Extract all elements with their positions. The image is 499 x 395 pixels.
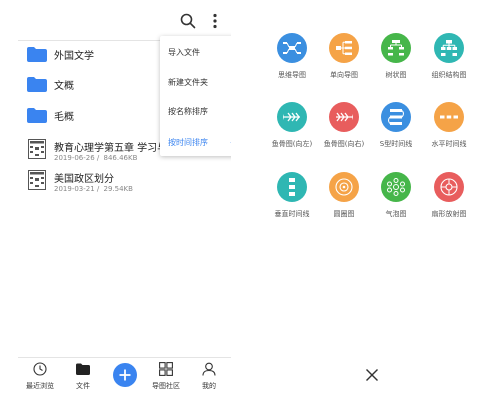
template-label: 扇形放射图 [431, 210, 467, 218]
template-grid: 思维导图 单向导图 树状图 组织结构图 鱼骨图(向左) 鱼骨图(向右) S型时间… [265, 0, 479, 250]
vertical-timeline-icon [277, 172, 307, 202]
grid-icon [159, 362, 173, 376]
file-meta: 2019-03-21 / 29.54KB [54, 185, 133, 193]
mindmap-file-icon [28, 139, 46, 159]
template-one-way-map[interactable]: 单向导图 [318, 33, 370, 93]
close-icon[interactable] [365, 368, 379, 382]
template-label: 单向导图 [330, 71, 358, 79]
circle-map-icon [329, 172, 359, 202]
folder-icon [27, 77, 47, 92]
template-picker-screen: 思维导图 单向导图 树状图 组织结构图 鱼骨图(向左) 鱼骨图(向右) S型时间… [265, 0, 479, 395]
add-button[interactable] [113, 363, 137, 387]
template-label: 气泡图 [385, 210, 407, 218]
nav-files-label: 文件 [76, 382, 90, 390]
bottom-nav: 最近浏览 文件 导图社区 我的 [18, 357, 231, 395]
file-manager-screen: 外国文学 文概 毛概 教育心理学第五章 学习与知 2019-06-26 / 84… [18, 0, 231, 395]
menu-import-file[interactable]: 导入文件 [168, 47, 200, 58]
clock-icon [33, 362, 47, 376]
file-name: 毛概 [54, 112, 74, 123]
nav-recent-label: 最近浏览 [26, 382, 54, 390]
fishbone-left-icon [277, 102, 307, 132]
template-label: 树状图 [385, 71, 407, 79]
file-row[interactable]: 美国政区划分 2019-03-21 / 29.54KB [18, 164, 231, 194]
s-timeline-icon [381, 102, 411, 132]
template-label: 鱼骨图(向右) [323, 140, 365, 148]
mindmap-file-icon [28, 170, 46, 190]
template-label: 组织结构图 [431, 71, 467, 79]
file-name: 文概 [54, 81, 74, 92]
template-fishbone-right[interactable]: 鱼骨图(向右) [318, 102, 370, 162]
arrow-down-icon [230, 142, 231, 143]
horizontal-timeline-icon [434, 102, 464, 132]
tree-chart-icon [381, 33, 411, 63]
nav-community-label: 导图社区 [152, 382, 180, 390]
fishbone-right-icon [329, 102, 359, 132]
template-mind-map[interactable]: 思维导图 [266, 33, 318, 93]
org-chart-icon [434, 33, 464, 63]
template-s-timeline[interactable]: S型时间线 [370, 102, 422, 162]
folder-icon [27, 47, 47, 62]
template-fishbone-left[interactable]: 鱼骨图(向左) [266, 102, 318, 162]
file-name: 美国政区划分 [54, 174, 114, 185]
overflow-menu: 导入文件 新建文件夹 按名称排序 按时间排序 [160, 36, 231, 156]
template-tree-chart[interactable]: 树状图 [370, 33, 422, 93]
one-way-map-icon [329, 33, 359, 63]
more-vertical-icon[interactable] [206, 12, 224, 30]
template-circle-map[interactable]: 圆圈图 [318, 172, 370, 232]
bubble-map-icon [381, 172, 411, 202]
nav-recent[interactable]: 最近浏览 [20, 358, 60, 395]
file-meta: 2019-06-26 / 846.46KB [54, 154, 138, 162]
file-name: 外国文学 [54, 51, 94, 62]
template-vertical-timeline[interactable]: 垂直时间线 [266, 172, 318, 232]
file-name: 教育心理学第五章 学习与知 [54, 143, 178, 154]
template-horizontal-timeline[interactable]: 水平时间线 [423, 102, 475, 162]
template-org-chart[interactable]: 组织结构图 [423, 33, 475, 93]
menu-sort-by-time[interactable]: 按时间排序 [168, 137, 208, 148]
folder-row[interactable]: 文概 [18, 71, 160, 101]
mind-map-icon [277, 33, 307, 63]
template-label: 圆圈图 [333, 210, 355, 218]
folder-row[interactable]: 外国文学 [18, 41, 160, 71]
plus-icon [119, 369, 131, 381]
user-icon [202, 362, 216, 376]
template-bubble-map[interactable]: 气泡图 [370, 172, 422, 232]
search-icon[interactable] [179, 12, 197, 30]
nav-mine[interactable]: 我的 [189, 358, 229, 395]
folder-icon [76, 363, 90, 375]
menu-sort-by-name[interactable]: 按名称排序 [168, 106, 208, 117]
folder-icon [27, 108, 47, 123]
template-label: S型时间线 [379, 140, 413, 148]
nav-community[interactable]: 导图社区 [146, 358, 186, 395]
template-label: 水平时间线 [431, 140, 467, 148]
nav-files[interactable]: 文件 [63, 358, 103, 395]
top-bar [18, 0, 231, 41]
folder-row[interactable]: 毛概 [18, 102, 160, 132]
menu-new-folder[interactable]: 新建文件夹 [168, 77, 208, 88]
radial-map-icon [434, 172, 464, 202]
nav-mine-label: 我的 [202, 382, 216, 390]
template-radial-map[interactable]: 扇形放射图 [423, 172, 475, 232]
